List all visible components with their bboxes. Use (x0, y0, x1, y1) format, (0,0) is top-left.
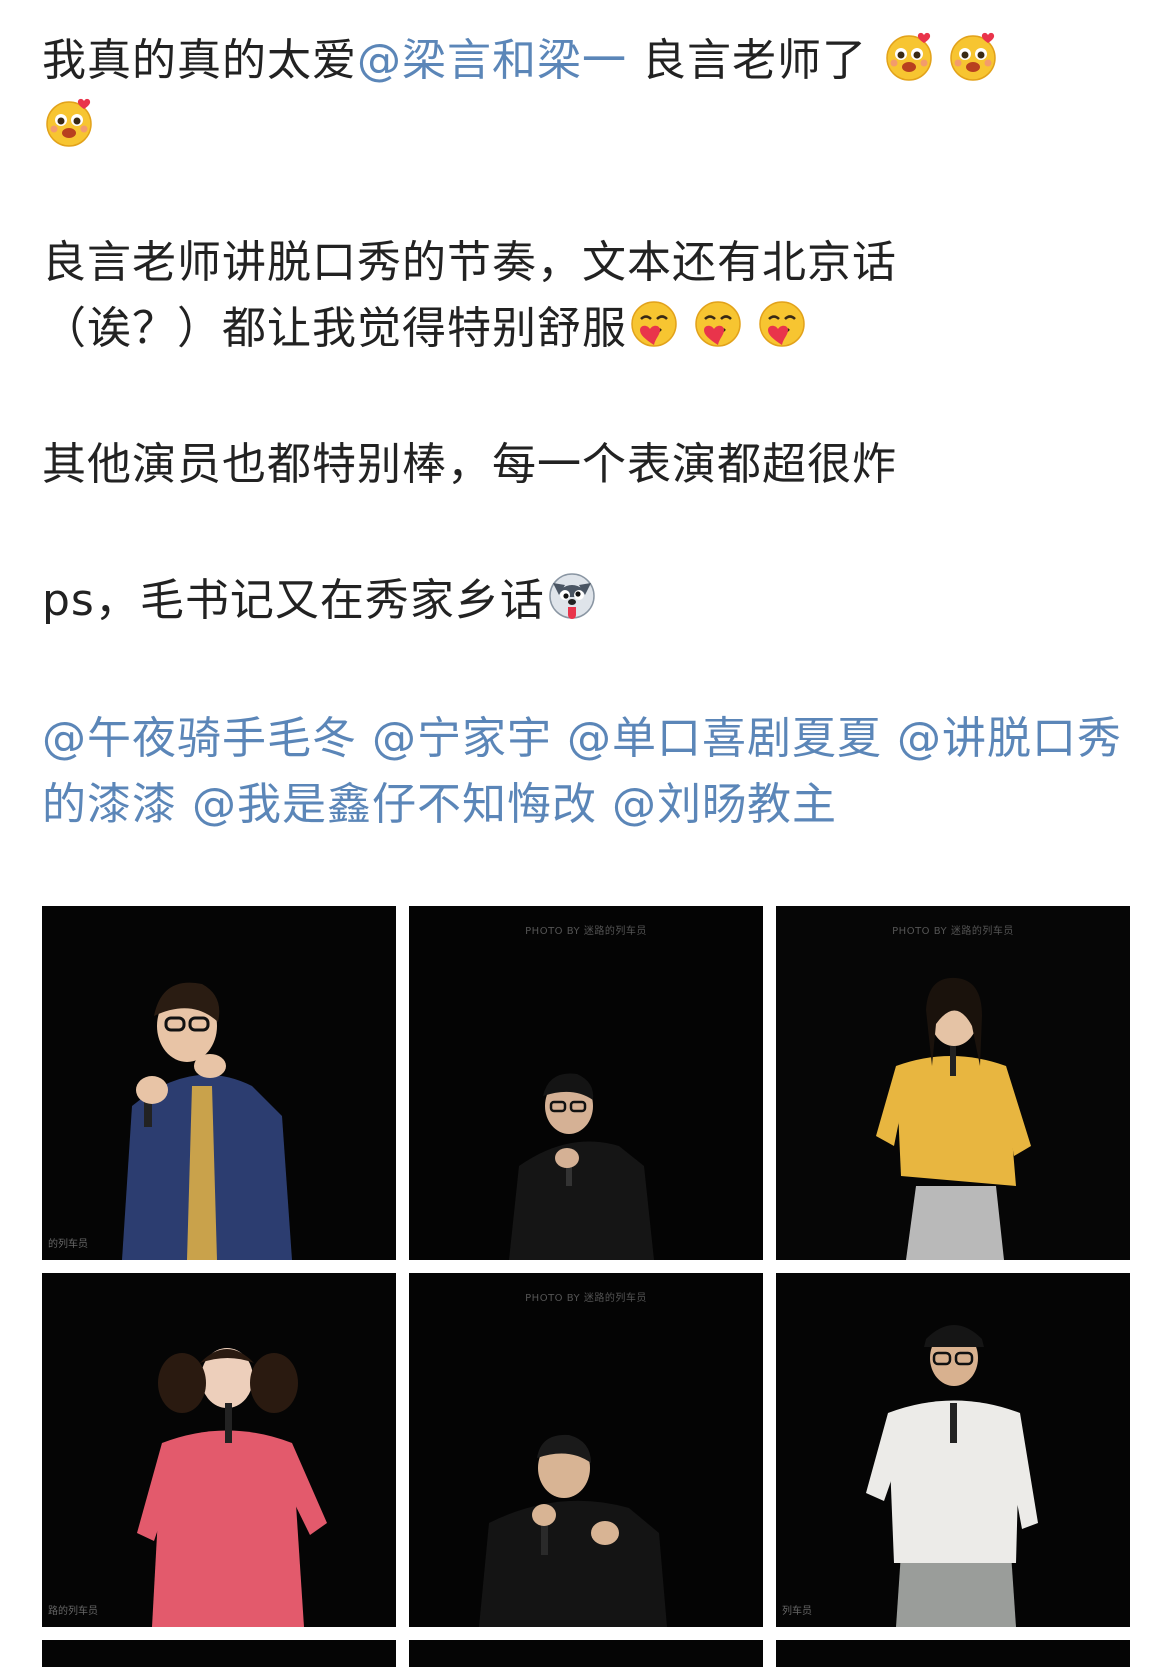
paragraph-4: ps，毛书记又在秀家乡话 (42, 568, 1142, 634)
paragraph-1: 我真的真的太爱@梁言和梁一 良言老师了 (42, 28, 1142, 160)
mention-link[interactable]: @我是鑫仔不知悔改 (192, 779, 597, 830)
hug-face-icon (691, 297, 745, 351)
post-text: 其他演员也都特别棒，每一个表演都超很炸 (42, 439, 897, 490)
mention-link[interactable]: @梁言和梁一 (357, 35, 627, 86)
photo-thumbnail[interactable]: 列车员 (776, 1273, 1130, 1627)
photo-thumbnail[interactable] (409, 1640, 763, 1667)
love-face-icon (946, 29, 1000, 83)
mention-link[interactable]: @刘旸教主 (612, 779, 837, 830)
photo-watermark: PHOTO BY 迷路的列车员 (525, 1293, 647, 1304)
photo-watermark: 路的列车员 (48, 1606, 98, 1617)
photo-thumbnail[interactable] (776, 1640, 1130, 1667)
post-text: 良言老师了 (627, 35, 867, 86)
silly-dog-icon (545, 569, 599, 623)
photo-thumbnail[interactable]: PHOTO BY 迷路的列车员 (776, 906, 1130, 1260)
photo-thumbnail[interactable]: 路的列车员 (42, 1273, 396, 1627)
paragraph-2: 良言老师讲脱口秀的节奏，文本还有北京话 （诶？）都让我觉得特别舒服 (42, 230, 1142, 362)
photo-watermark: PHOTO BY 迷路的列车员 (525, 926, 647, 937)
love-face-icon (882, 29, 936, 83)
photo-thumbnail[interactable]: PHOTO BY 迷路的列车员 (409, 906, 763, 1260)
photo-watermark: 列车员 (782, 1606, 812, 1617)
love-face-icon (42, 95, 96, 149)
photo-thumbnail[interactable] (42, 1640, 396, 1667)
post-body: 我真的真的太爱@梁言和梁一 良言老师了 良言老师讲脱口秀的节奏，文本还有北京话 … (42, 28, 1142, 838)
post-text: 良言老师讲脱口秀的节奏，文本还有北京话 (42, 237, 897, 288)
post-text: 我真的真的太爱 (42, 35, 357, 86)
mention-link[interactable]: @宁家宇 (372, 713, 552, 764)
photo-thumbnail[interactable]: 的列车员 (42, 906, 396, 1260)
hug-face-icon (627, 297, 681, 351)
hug-face-icon (755, 297, 809, 351)
mention-link[interactable]: @单口喜剧夏夏 (567, 713, 882, 764)
post-text: （诶？）都让我觉得特别舒服 (42, 303, 627, 354)
photo-thumbnail[interactable]: PHOTO BY 迷路的列车员 (409, 1273, 763, 1627)
photo-watermark: PHOTO BY 迷路的列车员 (892, 926, 1014, 937)
photo-watermark: 的列车员 (48, 1239, 88, 1250)
paragraph-3: 其他演员也都特别棒，每一个表演都超很炸 (42, 432, 1142, 498)
post-text: ps，毛书记又在秀家乡话 (42, 575, 545, 626)
mention-link[interactable]: @午夜骑手毛冬 (42, 713, 357, 764)
mention-list: @午夜骑手毛冬 @宁家宇 @单口喜剧夏夏 @讲脱口秀的漆漆 @我是鑫仔不知悔改 … (42, 706, 1142, 838)
